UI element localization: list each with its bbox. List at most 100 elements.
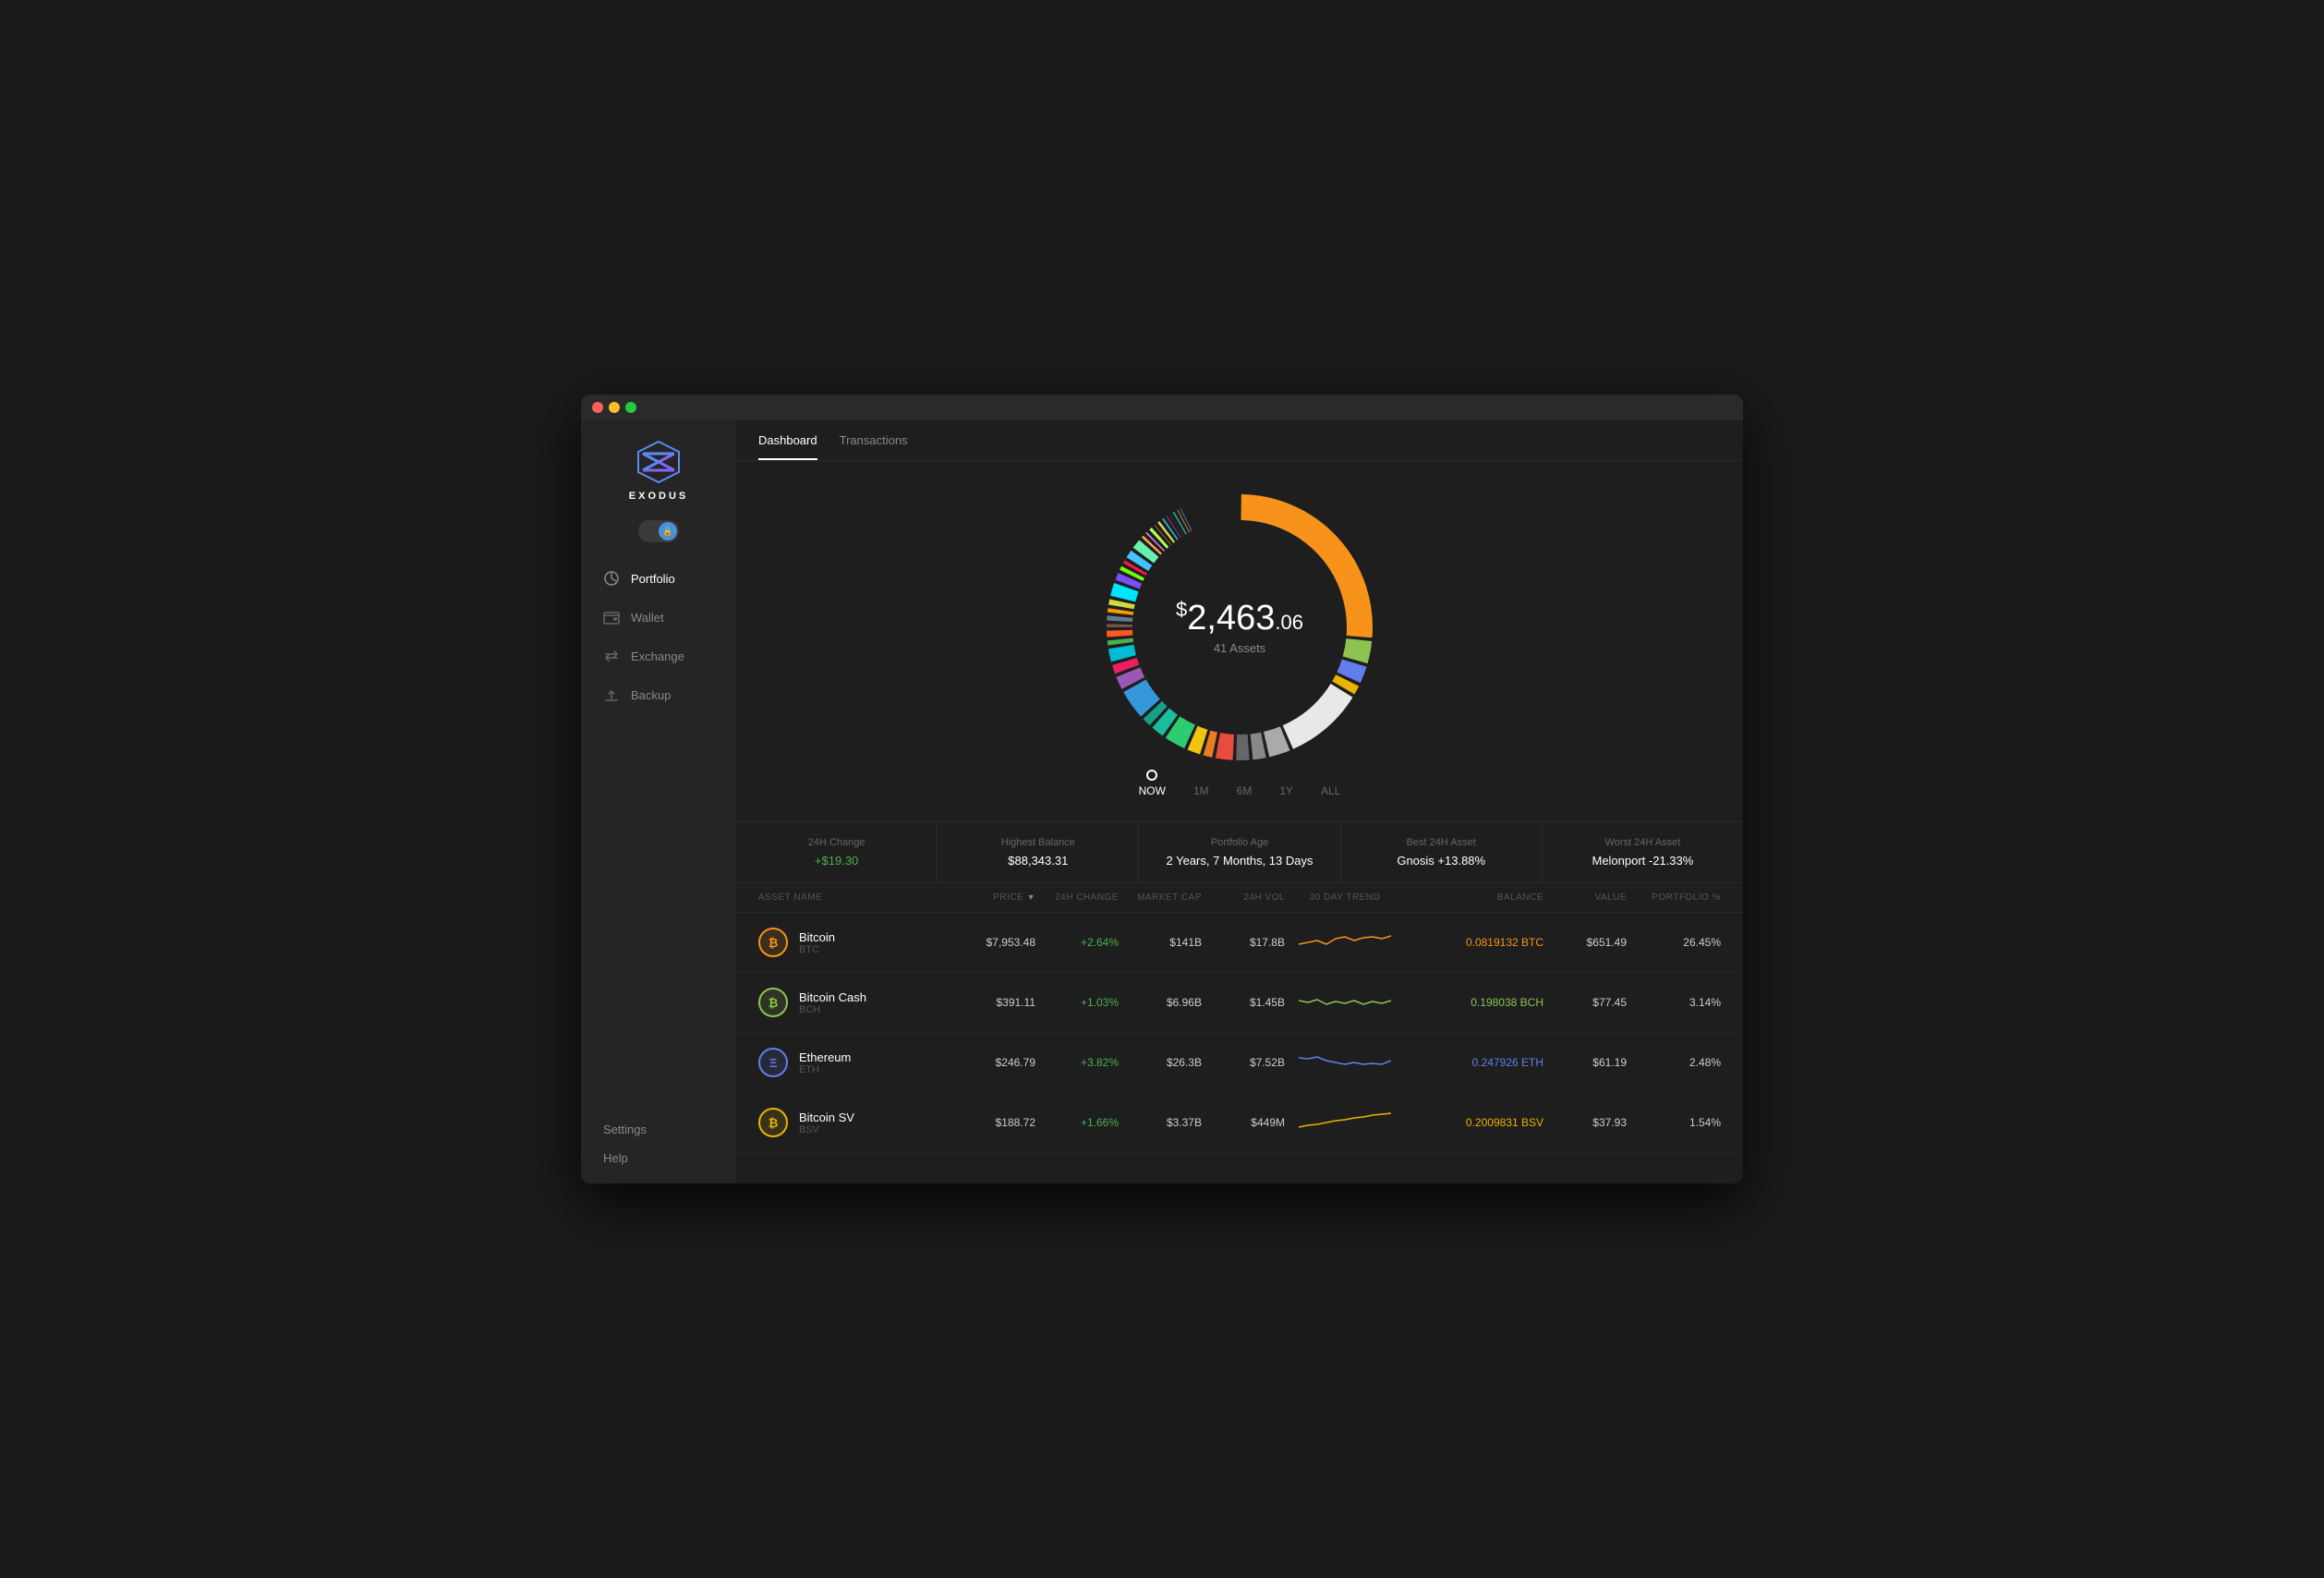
help-link[interactable]: Help	[603, 1151, 714, 1165]
donut-center: $2,463.06 41 Assets	[1176, 600, 1303, 655]
asset-ticker-1: BCH	[799, 1004, 866, 1015]
col-header-trend: 30 DAY TREND	[1285, 892, 1405, 903]
toggle-area[interactable]: 🔒	[581, 520, 736, 542]
time-now[interactable]: NOW	[1139, 784, 1166, 797]
stat-value-worst: Melonport -21.33%	[1554, 854, 1732, 868]
vol-cell-0: $17.8B	[1202, 936, 1285, 949]
time-6m[interactable]: 6M	[1237, 784, 1253, 797]
col-header-vol: 24H VOL	[1202, 892, 1285, 903]
col-header-asset: ASSET NAME	[758, 892, 943, 903]
asset-cell-1: ₿ Bitcoin Cash BCH	[758, 988, 943, 1017]
asset-name-2: Ethereum	[799, 1050, 851, 1064]
table-row[interactable]: Ξ Ethereum ETH $246.79 +3.82% $26.3B $7.…	[736, 1033, 1743, 1093]
main-content: Dashboard Transactions $2,463.06 41 Asse…	[736, 420, 1743, 1184]
portfolio-label: Portfolio	[631, 572, 675, 586]
app-body: EXODUS 🔒 Portfolio	[581, 420, 1743, 1184]
lock-knob: 🔒	[659, 522, 677, 540]
portfolio-value: $2,463.06	[1176, 600, 1303, 636]
change-cell-3: +1.66%	[1035, 1116, 1119, 1129]
lock-icon: 🔒	[662, 527, 672, 537]
value-main: 2,463	[1187, 599, 1275, 637]
tab-dashboard[interactable]: Dashboard	[758, 433, 817, 460]
sidebar-bottom: Settings Help	[581, 1123, 736, 1165]
mktcap-cell-2: $26.3B	[1119, 1056, 1202, 1069]
col-header-portfolio: PORTFOLIO %	[1627, 892, 1721, 903]
portfolio-cell-2: 2.48%	[1627, 1056, 1721, 1069]
stat-24h-change: 24H Change +$19.30	[736, 822, 938, 882]
price-cell-1: $391.11	[943, 996, 1035, 1009]
logo-area: EXODUS	[581, 439, 736, 502]
sidebar-item-portfolio[interactable]: Portfolio	[592, 561, 725, 596]
col-header-value: VALUE	[1543, 892, 1627, 903]
asset-name-3: Bitcoin SV	[799, 1111, 854, 1124]
sidebar: EXODUS 🔒 Portfolio	[581, 420, 736, 1184]
stat-value-highest: $88,343.31	[949, 854, 1127, 868]
table-row[interactable]: ₿ Bitcoin BTC $7,953.48 +2.64% $141B $17…	[736, 913, 1743, 973]
sparkline-2	[1299, 1044, 1391, 1076]
value-cell-0: $651.49	[1543, 936, 1627, 949]
nav-items: Portfolio Wallet	[581, 561, 736, 712]
balance-cell-0: 0.0819132 BTC	[1405, 936, 1543, 949]
assets-table: ASSET NAME PRICE ▼ 24H CHANGE MARKET CAP…	[736, 883, 1743, 1153]
mktcap-cell-0: $141B	[1119, 936, 1202, 949]
portfolio-cell-3: 1.54%	[1627, 1116, 1721, 1129]
col-header-price[interactable]: PRICE ▼	[943, 892, 1035, 903]
trend-cell-1	[1285, 984, 1405, 1021]
time-selector: NOW 1M 6M 1Y ALL	[1139, 784, 1341, 797]
maximize-button[interactable]	[625, 402, 636, 413]
asset-ticker-0: BTC	[799, 944, 835, 955]
sidebar-item-exchange[interactable]: Exchange	[592, 638, 725, 674]
close-button[interactable]	[592, 402, 603, 413]
price-cell-3: $188.72	[943, 1116, 1035, 1129]
stat-label-highest: Highest Balance	[949, 837, 1127, 848]
time-1m[interactable]: 1M	[1193, 784, 1209, 797]
stat-value-best: Gnosis +13.88%	[1352, 854, 1531, 868]
titlebar	[581, 394, 1743, 420]
trend-cell-3	[1285, 1104, 1405, 1141]
mktcap-cell-3: $3.37B	[1119, 1116, 1202, 1129]
table-rows: ₿ Bitcoin BTC $7,953.48 +2.64% $141B $17…	[736, 913, 1743, 1153]
stat-worst-asset: Worst 24H Asset Melonport -21.33%	[1543, 822, 1743, 882]
asset-ticker-3: BSV	[799, 1124, 854, 1135]
asset-name-1: Bitcoin Cash	[799, 990, 866, 1004]
time-1y[interactable]: 1Y	[1279, 784, 1293, 797]
sparkline-0	[1299, 924, 1391, 956]
value-cell-2: $61.19	[1543, 1056, 1627, 1069]
table-row[interactable]: ₿ Bitcoin Cash BCH $391.11 +1.03% $6.96B…	[736, 973, 1743, 1033]
lock-toggle[interactable]: 🔒	[638, 520, 679, 542]
trend-cell-2	[1285, 1044, 1405, 1081]
portfolio-cell-1: 3.14%	[1627, 996, 1721, 1009]
exchange-icon	[603, 648, 620, 664]
mktcap-cell-1: $6.96B	[1119, 996, 1202, 1009]
sidebar-item-backup[interactable]: Backup	[592, 677, 725, 712]
stat-highest-balance: Highest Balance $88,343.31	[938, 822, 1139, 882]
col-header-change: 24H CHANGE	[1035, 892, 1119, 903]
price-cell-0: $7,953.48	[943, 936, 1035, 949]
minimize-button[interactable]	[609, 402, 620, 413]
exchange-label: Exchange	[631, 649, 684, 663]
sidebar-item-wallet[interactable]: Wallet	[592, 600, 725, 635]
balance-cell-2: 0.247926 ETH	[1405, 1056, 1543, 1069]
time-all[interactable]: ALL	[1321, 784, 1340, 797]
assets-count: 41 Assets	[1176, 641, 1303, 655]
balance-cell-1: 0.198038 BCH	[1405, 996, 1543, 1009]
stat-value-age: 2 Years, 7 Months, 13 Days	[1150, 854, 1328, 868]
vol-cell-2: $7.52B	[1202, 1056, 1285, 1069]
traffic-lights	[592, 402, 636, 413]
stats-bar: 24H Change +$19.30 Highest Balance $88,3…	[736, 821, 1743, 883]
asset-cell-3: ₿ Bitcoin SV BSV	[758, 1108, 943, 1137]
value-cell-3: $37.93	[1543, 1116, 1627, 1129]
price-cell-2: $246.79	[943, 1056, 1035, 1069]
tab-transactions[interactable]: Transactions	[840, 433, 908, 460]
table-row[interactable]: ₿ Bitcoin SV BSV $188.72 +1.66% $3.37B $…	[736, 1093, 1743, 1153]
stat-best-asset: Best 24H Asset Gnosis +13.88%	[1341, 822, 1543, 882]
exodus-logo-icon	[635, 439, 682, 485]
app-title: EXODUS	[629, 491, 688, 502]
stat-portfolio-age: Portfolio Age 2 Years, 7 Months, 13 Days	[1139, 822, 1340, 882]
asset-ticker-2: ETH	[799, 1064, 851, 1075]
wallet-icon	[603, 609, 620, 625]
settings-link[interactable]: Settings	[603, 1123, 714, 1136]
content-area[interactable]: $2,463.06 41 Assets NOW 1M 6M 1Y ALL	[736, 461, 1743, 1184]
portfolio-cell-0: 26.45%	[1627, 936, 1721, 949]
value-cents: .06	[1275, 611, 1303, 634]
